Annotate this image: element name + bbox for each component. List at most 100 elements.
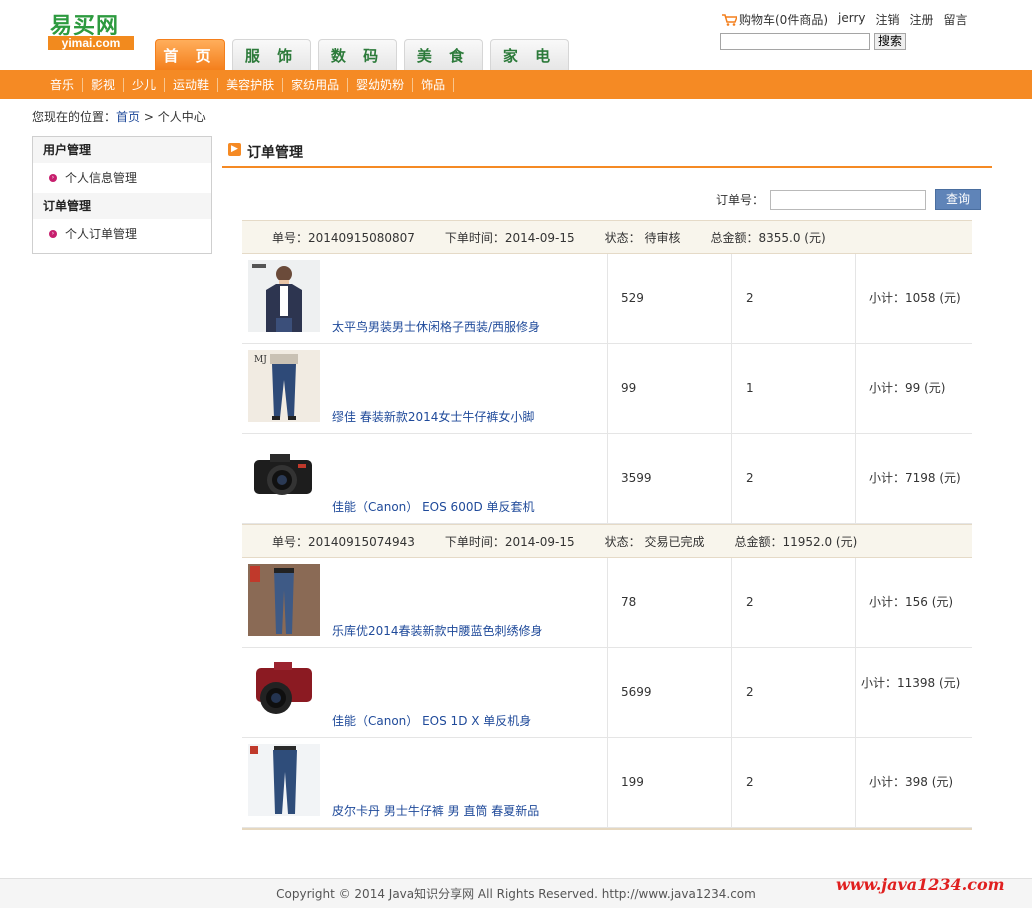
- product-quantity: 2: [732, 558, 856, 647]
- cart-link[interactable]: 购物车(0件商品): [722, 11, 828, 28]
- category-kids[interactable]: 少儿: [124, 77, 166, 92]
- order-total: 总金额：8355.0 (元): [710, 230, 826, 245]
- breadcrumb: 您现在的位置：首页 > 个人中心: [32, 108, 206, 125]
- table-row: MJ 缪佳 春装新款2014女士牛仔裤女小脚 99 1 小计：99 (元): [242, 344, 972, 434]
- category-home-textile[interactable]: 家纺用品: [283, 77, 349, 92]
- site-header: 易买网 yimai.com 首 页 服 饰 数 码 美 食 家 电 购物车(0件…: [0, 0, 1032, 70]
- product-price: 3599: [608, 434, 732, 523]
- table-row: 乐库优2014春装新款中腰蓝色刺绣修身 78 2 小计：156 (元): [242, 558, 972, 648]
- tab-digital[interactable]: 数 码: [318, 39, 397, 70]
- product-subtotal: 小计：1058 (元): [869, 291, 961, 305]
- product-image[interactable]: [248, 440, 320, 512]
- site-search: 搜索: [720, 33, 907, 50]
- logo-domain: yimai.com: [48, 36, 134, 50]
- query-button[interactable]: 查询: [935, 189, 982, 210]
- table-row: 佳能（Canon） EOS 1D X 单反机身 5699 2 小计：11398 …: [242, 648, 972, 738]
- category-music[interactable]: 音乐: [42, 77, 84, 92]
- sidebar-item-label: 个人订单管理: [65, 227, 138, 241]
- order-status: 状态： 交易已完成: [604, 534, 705, 549]
- table-row: 皮尔卡丹 男士牛仔裤 男 直筒 春夏新品 199 2 小计：398 (元): [242, 738, 972, 828]
- product-name[interactable]: 缪佳 春装新款2014女士牛仔裤女小脚: [332, 408, 534, 425]
- sidebar-group-user: 用户管理: [33, 137, 211, 163]
- order-time: 下单时间：2014-09-15: [444, 230, 575, 245]
- breadcrumb-separator: >: [140, 110, 158, 124]
- product-subtotal: 小计：99 (元): [869, 381, 946, 395]
- product-quantity: 1: [732, 344, 856, 433]
- message-link[interactable]: 留言: [944, 11, 968, 28]
- product-image[interactable]: [248, 654, 320, 726]
- section-header: ▶ 订单管理: [222, 138, 992, 168]
- logout-link[interactable]: 注销: [875, 11, 899, 28]
- category-accessories[interactable]: 饰品: [413, 77, 455, 92]
- arrow-icon: ▶: [228, 143, 241, 156]
- sidebar: 用户管理 › 个人信息管理 订单管理 › 个人订单管理: [32, 136, 212, 254]
- product-quantity: 2: [732, 648, 856, 737]
- product-cell: MJ 缪佳 春装新款2014女士牛仔裤女小脚: [242, 344, 608, 433]
- category-bar: 音乐 影视 少儿 运动鞋 美容护肤 家纺用品 婴幼奶粉 饰品: [0, 70, 1032, 99]
- tab-food[interactable]: 美 食: [404, 39, 483, 70]
- tab-clothing[interactable]: 服 饰: [232, 39, 311, 70]
- product-price: 199: [608, 738, 732, 827]
- product-cell: 太平鸟男装男士休闲格子西装/西服修身: [242, 254, 608, 343]
- register-link[interactable]: 注册: [910, 11, 934, 28]
- product-name[interactable]: 佳能（Canon） EOS 1D X 单反机身: [332, 712, 531, 729]
- cart-icon: [722, 13, 739, 26]
- cart-label: 购物车(0件商品): [739, 13, 828, 27]
- product-subtotal: 小计：156 (元): [869, 595, 954, 609]
- order-time: 下单时间：2014-09-15: [444, 534, 575, 549]
- category-movies[interactable]: 影视: [83, 77, 125, 92]
- order-no-input[interactable]: [770, 189, 927, 210]
- search-button[interactable]: 搜索: [874, 33, 907, 50]
- top-links: 购物车(0件商品) jerry 注销 注册 留言: [722, 11, 968, 28]
- bullet-icon: ›: [49, 174, 57, 182]
- product-cell: 乐库优2014春装新款中腰蓝色刺绣修身: [242, 558, 608, 647]
- product-image[interactable]: [248, 564, 320, 636]
- order-number: 单号：20140915080807: [272, 230, 415, 245]
- order-total: 总金额：11952.0 (元): [734, 534, 858, 549]
- tab-home[interactable]: 首 页: [155, 39, 225, 70]
- product-price: 5699: [608, 648, 732, 737]
- sidebar-item-my-orders[interactable]: › 个人订单管理: [33, 219, 211, 249]
- product-image[interactable]: MJ: [248, 350, 320, 422]
- breadcrumb-current: 个人中心: [157, 110, 206, 124]
- product-quantity: 2: [732, 434, 856, 523]
- order-search: 订单号： 查询: [716, 189, 982, 210]
- product-quantity: 2: [732, 254, 856, 343]
- order-number: 单号：20140915074943: [272, 534, 415, 549]
- sidebar-item-profile[interactable]: › 个人信息管理: [33, 163, 211, 193]
- product-price: 78: [608, 558, 732, 647]
- breadcrumb-home[interactable]: 首页: [116, 110, 140, 124]
- table-row: 太平鸟男装男士休闲格子西装/西服修身 529 2 小计：1058 (元): [242, 254, 972, 344]
- order-header: 单号：20140915074943 下单时间：2014-09-15 状态： 交易…: [242, 524, 972, 558]
- product-subtotal: 小计：11398 (元): [861, 676, 961, 690]
- product-cell: 佳能（Canon） EOS 600D 单反套机: [242, 434, 608, 523]
- product-name[interactable]: 乐库优2014春装新款中腰蓝色刺绣修身: [332, 622, 543, 639]
- site-logo[interactable]: 易买网 yimai.com: [48, 8, 134, 52]
- order-status: 状态： 待审核: [604, 230, 681, 245]
- category-sneakers[interactable]: 运动鞋: [165, 77, 219, 92]
- main-nav: 首 页 服 饰 数 码 美 食 家 电: [155, 39, 569, 70]
- table-row: 佳能（Canon） EOS 600D 单反套机 3599 2 小计：7198 (…: [242, 434, 972, 524]
- username[interactable]: jerry: [838, 11, 865, 28]
- tab-appliance[interactable]: 家 电: [490, 39, 569, 70]
- sidebar-group-orders: 订单管理: [33, 193, 211, 219]
- category-beauty[interactable]: 美容护肤: [218, 77, 284, 92]
- svg-text:MJ: MJ: [254, 355, 267, 365]
- product-price: 99: [608, 344, 732, 433]
- product-quantity: 2: [732, 738, 856, 827]
- product-name[interactable]: 太平鸟男装男士休闲格子西装/西服修身: [332, 318, 540, 335]
- watermark: www.java1234.com: [836, 875, 1005, 894]
- product-image[interactable]: [248, 744, 320, 816]
- product-image[interactable]: [248, 260, 320, 332]
- product-name[interactable]: 佳能（Canon） EOS 600D 单反套机: [332, 498, 535, 515]
- product-subtotal: 小计：7198 (元): [869, 471, 961, 485]
- product-name[interactable]: 皮尔卡丹 男士牛仔裤 男 直筒 春夏新品: [332, 802, 539, 819]
- order-no-label: 订单号：: [716, 193, 765, 207]
- search-input[interactable]: [720, 33, 870, 50]
- product-price: 529: [608, 254, 732, 343]
- breadcrumb-prefix: 您现在的位置：: [32, 110, 117, 124]
- product-cell: 皮尔卡丹 男士牛仔裤 男 直筒 春夏新品: [242, 738, 608, 827]
- product-subtotal: 小计：398 (元): [869, 775, 954, 789]
- sidebar-item-label: 个人信息管理: [65, 171, 138, 185]
- category-baby-formula[interactable]: 婴幼奶粉: [348, 77, 414, 92]
